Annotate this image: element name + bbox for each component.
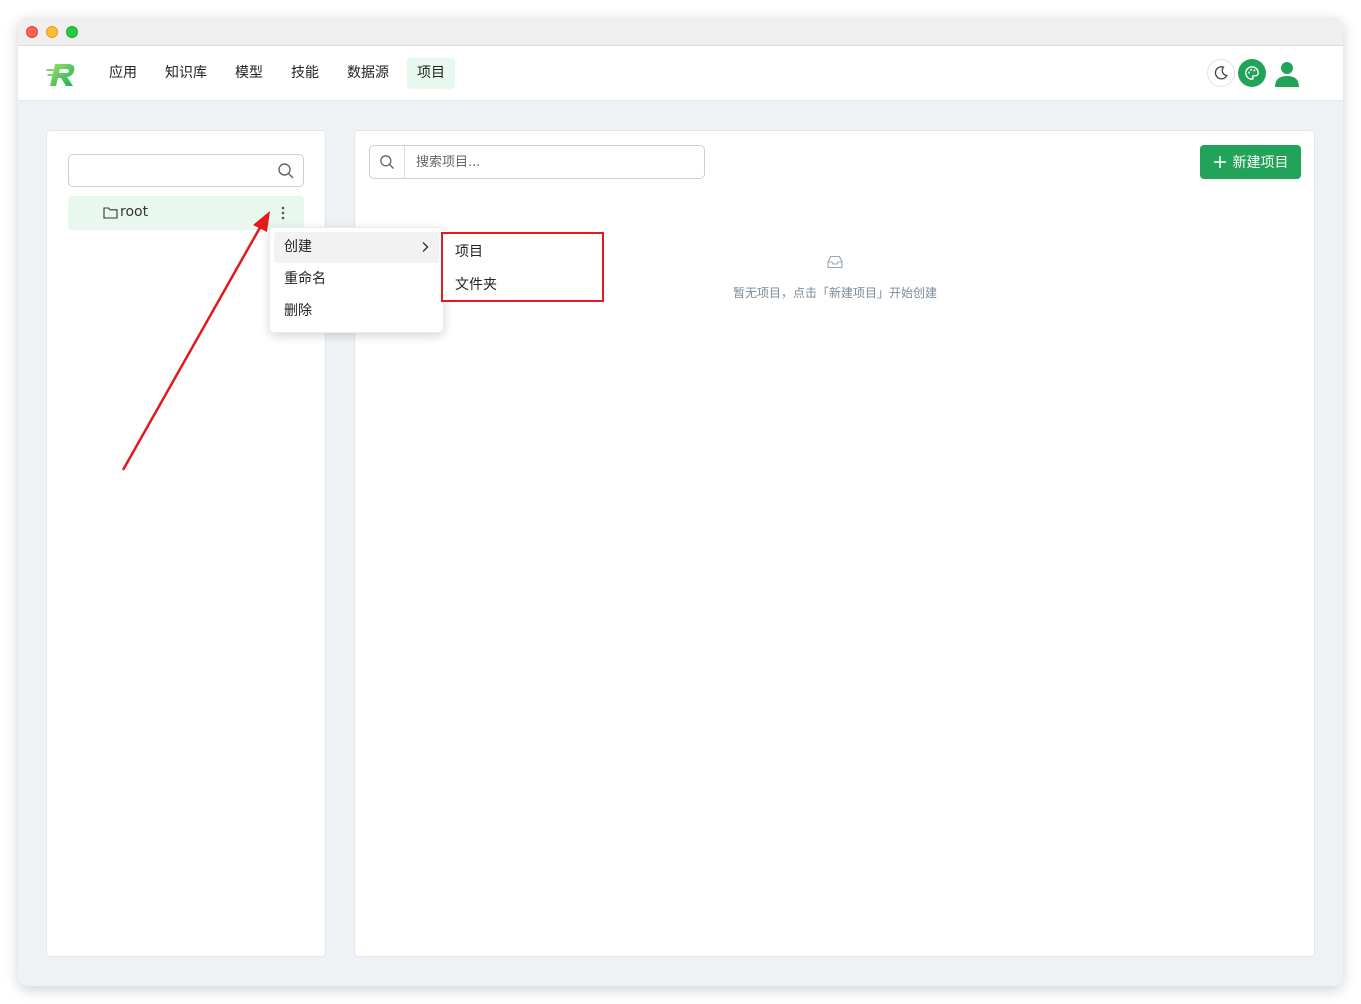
close-window-button[interactable] [26,26,38,38]
nav-item-apps[interactable]: 应用 [99,58,147,89]
create-submenu: 项目 文件夹 [441,232,604,302]
search-icon [380,155,394,169]
menu-item-create[interactable]: 创建 [274,232,439,263]
palette-icon [1245,66,1259,80]
new-project-label: 新建项目 [1232,155,1289,171]
inbox-icon [827,255,843,269]
tree-context-menu: 创建 重命名 删除 [269,227,444,333]
empty-state-text: 暂无项目，点击「新建项目」开始创建 [732,286,937,300]
app-window: 应用 知识库 模型 技能 数据源 项目 root 搜索项目... 新建项目 暂无… [18,17,1343,986]
tree-search-field[interactable] [68,154,304,187]
nav-item-skills[interactable]: 技能 [281,58,329,89]
menu-item-delete[interactable]: 删除 [274,296,439,327]
submenu-item-project[interactable]: 项目 [443,236,602,269]
moon-icon [1214,66,1228,80]
menu-item-rename[interactable]: 重命名 [274,264,439,295]
more-vertical-icon[interactable] [275,204,291,222]
tree-node-root[interactable]: root [68,196,304,230]
palette-button[interactable] [1238,59,1266,87]
theme-toggle-button[interactable] [1207,59,1235,87]
submenu-item-folder[interactable]: 文件夹 [443,269,602,302]
project-search-input[interactable] [406,146,702,178]
user-icon[interactable] [1274,60,1300,88]
zoom-window-button[interactable] [66,26,78,38]
new-project-button[interactable]: 新建项目 [1200,145,1301,179]
chevron-right-icon [422,242,429,252]
folder-icon [103,207,118,219]
tree-node-label: root [120,204,149,220]
nav-item-data-sources[interactable]: 数据源 [337,58,399,89]
nav-item-knowledge-base[interactable]: 知识库 [155,58,217,89]
plus-icon [1213,156,1226,168]
project-search-field[interactable] [369,145,705,179]
title-bar [18,17,1343,46]
nav-item-models[interactable]: 模型 [225,58,273,89]
search-icon-wrapper [370,146,405,178]
top-navigation: 应用 知识库 模型 技能 数据源 项目 [18,46,1343,101]
menu-item-create-label: 创建 [284,239,312,255]
search-icon [278,163,294,179]
app-logo[interactable] [46,60,78,88]
minimize-window-button[interactable] [46,26,58,38]
nav-item-projects[interactable]: 项目 [407,58,455,89]
